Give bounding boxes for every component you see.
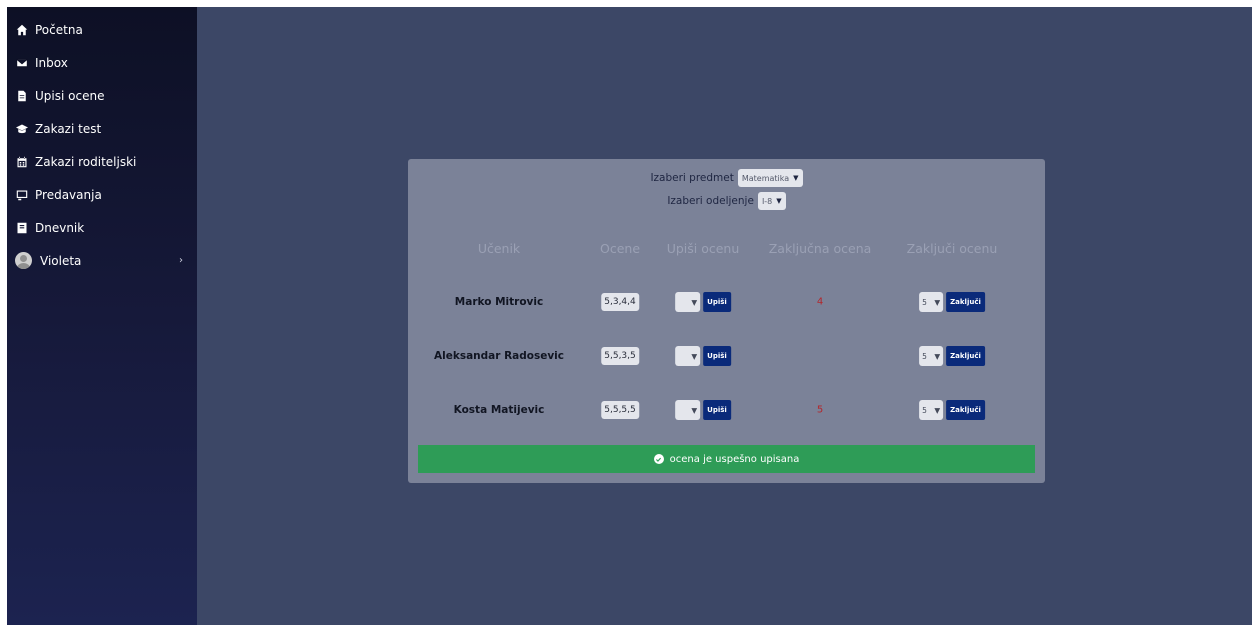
sidebar-item-label: Inbox	[35, 55, 68, 70]
grade-select[interactable]: ▼	[675, 400, 701, 420]
class-select[interactable]: I-8 ▼	[757, 192, 786, 210]
user-name: Violeta	[40, 253, 82, 268]
sidebar-item-label: Predavanja	[35, 187, 102, 202]
subject-label: Izaberi predmet	[650, 172, 734, 184]
sidebar-item-label: Zakazi roditeljski	[35, 154, 137, 169]
header-zakljuci-ocenu: Zaključi ocenu	[906, 241, 998, 256]
table-row: Marko Mitrovic 5,3,4,4 ▼ Upiši 4 5 ▼ Zak…	[408, 291, 1045, 313]
book-icon	[15, 221, 29, 235]
final-grade-select[interactable]: 5 ▼	[919, 346, 944, 366]
upisi-button[interactable]: Upiši	[703, 400, 731, 420]
upis-group: ▼ Upiši	[675, 292, 731, 312]
final-grade-select-value: 5	[922, 405, 927, 415]
student-name: Aleksandar Radosevic	[433, 350, 565, 362]
file-icon	[15, 89, 29, 103]
table-header: Učenik Ocene Upiši ocenu Zaključna ocena…	[408, 241, 1045, 257]
upis-group: ▼ Upiši	[675, 400, 731, 420]
upisi-button[interactable]: Upiši	[703, 346, 731, 366]
final-grade: 4	[816, 296, 824, 308]
header-ucenik: Učenik	[477, 241, 521, 256]
class-label: Izaberi odeljenje	[667, 195, 754, 207]
graduation-cap-icon	[15, 122, 29, 136]
zakljuci-button[interactable]: Zaključi	[946, 346, 985, 366]
main-content: Izaberi predmet Matematika ▼ Izaberi ode…	[197, 7, 1252, 625]
subject-selector-row: Izaberi predmet Matematika ▼	[408, 169, 1045, 187]
chevron-down-icon: ▼	[934, 351, 941, 361]
avatar	[15, 252, 32, 269]
sidebar-user-menu[interactable]: Violeta ›	[7, 244, 197, 277]
chevron-down-icon: ▼	[934, 405, 941, 415]
sidebar-item-zakazi-test[interactable]: Zakazi test	[7, 112, 197, 145]
final-grade-select-value: 5	[922, 297, 927, 307]
zakljuci-group: 5 ▼ Zaključi	[919, 400, 985, 420]
chevron-right-icon: ›	[179, 255, 183, 266]
grades-panel: Izaberi predmet Matematika ▼ Izaberi ode…	[408, 159, 1045, 483]
upis-group: ▼ Upiši	[675, 346, 731, 366]
grades-value: 5,5,5,5	[601, 401, 639, 419]
grade-select[interactable]: ▼	[675, 292, 701, 312]
student-name: Marko Mitrovic	[454, 296, 544, 308]
chevron-down-icon: ▼	[934, 297, 941, 307]
sidebar: Početna Inbox Upisi ocene Zakazi test Za…	[7, 7, 197, 625]
class-select-value: I-8	[761, 196, 773, 206]
table-row: Aleksandar Radosevic 5,5,3,5 ▼ Upiši 5 ▼…	[408, 345, 1045, 367]
chevron-down-icon: ▼	[691, 405, 698, 415]
alert-text: ocena je uspešno upisana	[669, 453, 800, 465]
sidebar-item-inbox[interactable]: Inbox	[7, 46, 197, 79]
sidebar-item-label: Dnevnik	[35, 220, 85, 235]
grades-value: 5,3,4,4	[601, 293, 639, 311]
class-selector-row: Izaberi odeljenje I-8 ▼	[408, 192, 1045, 210]
upisi-button[interactable]: Upiši	[703, 292, 731, 312]
student-name: Kosta Matijevic	[453, 404, 545, 416]
header-zakljucna-ocena: Zaključna ocena	[768, 241, 872, 256]
home-icon	[15, 23, 29, 37]
chevron-down-icon: ▼	[691, 351, 698, 361]
header-ocene: Ocene	[599, 241, 641, 256]
final-grade-select[interactable]: 5 ▼	[919, 292, 944, 312]
chevron-down-icon: ▼	[793, 174, 799, 182]
table-row: Kosta Matijevic 5,5,5,5 ▼ Upiši 5 5 ▼ Za…	[408, 399, 1045, 421]
sidebar-item-predavanja[interactable]: Predavanja	[7, 178, 197, 211]
chevron-down-icon: ▼	[776, 197, 782, 205]
zakljuci-group: 5 ▼ Zaključi	[919, 346, 985, 366]
sidebar-item-upisi-ocene[interactable]: Upisi ocene	[7, 79, 197, 112]
grades-value: 5,5,3,5	[601, 347, 639, 365]
sidebar-item-dnevnik[interactable]: Dnevnik	[7, 211, 197, 244]
sidebar-item-zakazi-roditeljski[interactable]: Zakazi roditeljski	[7, 145, 197, 178]
chalkboard-icon	[15, 188, 29, 202]
final-grade-select-value: 5	[922, 351, 927, 361]
header-upisi-ocenu: Upiši ocenu	[666, 241, 740, 256]
chevron-down-icon: ▼	[691, 297, 698, 307]
sidebar-item-label: Upisi ocene	[35, 88, 105, 103]
envelope-icon	[15, 56, 29, 70]
grade-select[interactable]: ▼	[675, 346, 701, 366]
zakljuci-group: 5 ▼ Zaključi	[919, 292, 985, 312]
sidebar-item-label: Početna	[35, 22, 83, 37]
check-circle-icon	[653, 454, 664, 464]
sidebar-item-label: Zakazi test	[35, 121, 102, 136]
calendar-icon	[15, 155, 29, 169]
subject-select[interactable]: Matematika ▼	[737, 169, 803, 187]
final-grade-select[interactable]: 5 ▼	[919, 400, 944, 420]
final-grade: 5	[816, 404, 824, 416]
success-alert: ocena je uspešno upisana	[418, 445, 1035, 473]
app-frame: Početna Inbox Upisi ocene Zakazi test Za…	[7, 7, 1252, 625]
sidebar-item-pocetna[interactable]: Početna	[7, 13, 197, 46]
zakljuci-button[interactable]: Zaključi	[946, 400, 985, 420]
zakljuci-button[interactable]: Zaključi	[946, 292, 985, 312]
subject-select-value: Matematika	[741, 173, 790, 183]
